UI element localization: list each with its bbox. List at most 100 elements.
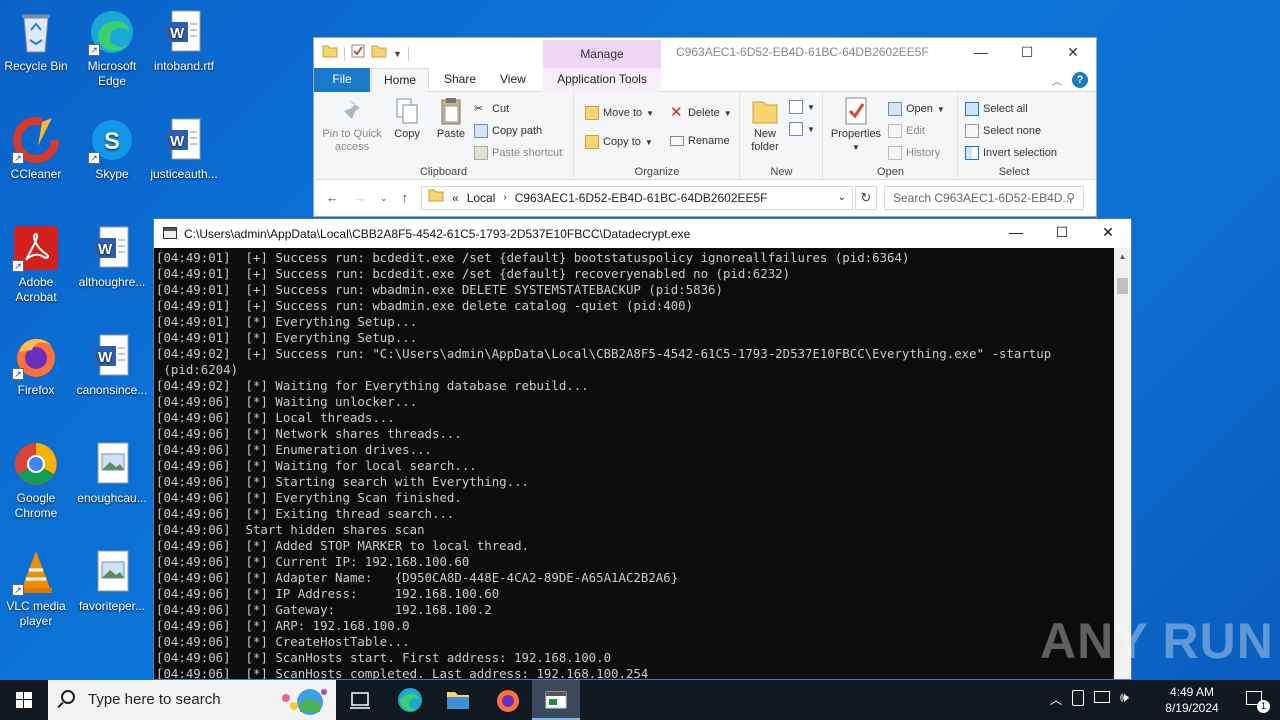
- new-folder-icon: [751, 96, 779, 126]
- console-output[interactable]: [04:49:01] [+] Success run: bcdedit.exe …: [154, 248, 1116, 679]
- desktop-icon-chrome[interactable]: Google Chrome: [0, 440, 72, 521]
- edit-button[interactable]: Edit: [888, 124, 925, 138]
- taskbar-search-box[interactable]: Type here to search: [48, 680, 336, 720]
- history-button[interactable]: History: [888, 146, 940, 160]
- shortcut-arrow-icon: ↗: [12, 152, 24, 164]
- forward-arrow-icon[interactable]: →: [353, 190, 366, 206]
- scrollbar-thumb[interactable]: [1117, 278, 1128, 294]
- explorer-titlebar[interactable]: ▼ Manage C963AEC1-6D52-EB4D-61BC-64DB260…: [314, 38, 1096, 68]
- desktop-icon-justiceauth[interactable]: W justiceauth...: [148, 116, 220, 182]
- search-input[interactable]: Search C963AEC1-6D52-EB4D... ⚲: [884, 186, 1084, 210]
- select-none-button[interactable]: Select none: [965, 124, 1041, 138]
- collapse-ribbon-icon[interactable]: ︿: [1052, 73, 1062, 88]
- desktop-icon-vlc[interactable]: ↗ VLC media player: [0, 548, 72, 629]
- taskbar-edge[interactable]: [386, 680, 434, 720]
- move-to-button[interactable]: Move to ▼: [585, 106, 654, 120]
- select-none-label: Select none: [983, 125, 1042, 137]
- desktop-icon-favoriteper[interactable]: favoriteper...: [76, 548, 148, 614]
- scroll-up-arrow-icon[interactable]: ▲: [1114, 248, 1131, 265]
- pin-label: Pin to Quick access: [322, 128, 382, 153]
- tab-file[interactable]: File: [314, 68, 370, 92]
- customize-qat-icon[interactable]: ▼: [393, 49, 402, 59]
- chevron-down-icon[interactable]: ⌄: [838, 187, 846, 209]
- delete-x-icon: ✕: [670, 104, 683, 121]
- properties-qat-icon[interactable]: [351, 44, 365, 63]
- new-item-button[interactable]: ▼: [789, 100, 815, 114]
- new-folder-button[interactable]: New folder: [743, 96, 787, 154]
- copy-to-button[interactable]: Copy to ▼: [585, 135, 653, 149]
- clipboard-group-label: Clipboard: [419, 166, 468, 178]
- tab-home[interactable]: Home: [371, 68, 430, 93]
- open-button[interactable]: Open ▼: [888, 102, 945, 116]
- quick-access-toolbar: ▼: [322, 44, 409, 63]
- task-view-button[interactable]: [336, 680, 384, 720]
- rename-icon: [670, 136, 684, 146]
- minimize-button[interactable]: —: [993, 219, 1039, 248]
- recent-locations-icon[interactable]: ⌄: [380, 190, 388, 206]
- select-all-button[interactable]: Select all: [965, 102, 1028, 116]
- invert-selection-button[interactable]: Invert selection: [965, 146, 1057, 160]
- organize-group-label: Organize: [634, 166, 680, 178]
- breadcrumb-overflow[interactable]: «: [452, 187, 459, 209]
- clipboard-group: Pin to Quick access Copy Paste ✂ Cut Copy…: [314, 92, 574, 180]
- close-button[interactable]: ✕: [1085, 219, 1131, 248]
- close-button[interactable]: ✕: [1050, 38, 1096, 68]
- select-group-label: Select: [998, 166, 1030, 178]
- invert-selection-icon: [965, 146, 979, 160]
- svg-text:W: W: [170, 133, 185, 150]
- tab-manage[interactable]: Manage: [543, 40, 661, 68]
- desktop-icon-adobe-acrobat[interactable]: ↗ Adobe Acrobat: [0, 224, 72, 305]
- console-titlebar[interactable]: C:\Users\admin\AppData\Local\CBB2A8F5-45…: [154, 219, 1131, 248]
- show-hidden-icons-icon[interactable]: ︿: [1050, 691, 1062, 708]
- paste-shortcut-button[interactable]: Paste shortcut: [474, 146, 562, 160]
- clock[interactable]: 4:49 AM 8/19/2024: [1162, 684, 1222, 716]
- breadcrumb-folder[interactable]: C963AEC1-6D52-EB4D-61BC-64DB2602EE5F: [515, 187, 768, 209]
- back-arrow-icon[interactable]: ←: [326, 190, 339, 206]
- copy-button[interactable]: Copy: [386, 96, 428, 141]
- tab-view[interactable]: View: [488, 68, 538, 92]
- taskbar-console[interactable]: [532, 680, 580, 720]
- tab-application-tools[interactable]: Application Tools: [543, 68, 661, 92]
- desktop-icon-edge[interactable]: ↗ Microsoft Edge: [76, 8, 148, 89]
- address-bar[interactable]: « Local › C963AEC1-6D52-EB4D-61BC-64DB26…: [421, 186, 853, 210]
- taskbar-firefox[interactable]: [484, 680, 532, 720]
- console-line: [04:49:06] [*] Waiting for local search.…: [156, 458, 477, 473]
- start-button[interactable]: [0, 680, 48, 720]
- paste-button[interactable]: Paste: [430, 96, 472, 141]
- desktop-icon-ccleaner[interactable]: ↗ CCleaner: [0, 116, 72, 182]
- desktop-icon-firefox[interactable]: ↗ Firefox: [0, 332, 72, 398]
- breadcrumb-local[interactable]: Local: [467, 187, 496, 209]
- dropdown-arrow-icon: ▼: [644, 137, 653, 147]
- tab-share[interactable]: Share: [432, 68, 488, 92]
- maximize-button[interactable]: ☐: [1004, 38, 1050, 68]
- taskbar-file-explorer[interactable]: [434, 680, 482, 720]
- desktop-icon-enoughcau[interactable]: enoughcau...: [76, 440, 148, 506]
- properties-button[interactable]: Properties ▼: [828, 96, 884, 154]
- desktop-icon-label: Recycle Bin: [4, 59, 68, 73]
- minimize-button[interactable]: —: [958, 38, 1004, 68]
- desktop-icon-skype[interactable]: S ↗ Skype: [76, 116, 148, 182]
- maximize-button[interactable]: ☐: [1039, 219, 1085, 248]
- copy-path-button[interactable]: Copy path: [474, 124, 542, 138]
- network-icon[interactable]: [1094, 691, 1110, 703]
- delete-button[interactable]: ✕ Delete ▼: [670, 104, 732, 121]
- cut-button[interactable]: ✂ Cut: [474, 102, 509, 116]
- volume-icon[interactable]: 🕪: [1120, 689, 1129, 706]
- desktop-icon-recycle-bin[interactable]: Recycle Bin: [0, 8, 72, 74]
- refresh-icon[interactable]: ↻: [855, 186, 877, 210]
- new-folder-qat-icon[interactable]: [371, 44, 387, 63]
- device-icon[interactable]: [1072, 690, 1084, 706]
- desktop-icon-label: Microsoft Edge: [87, 59, 137, 88]
- pin-to-quick-access-button[interactable]: Pin to Quick access: [320, 96, 384, 154]
- desktop-icon-intoband[interactable]: W intoband.rtf: [148, 8, 220, 74]
- console-line: [04:49:06] [*] Everything Scan finished.: [156, 490, 462, 505]
- window-title: C963AEC1-6D52-EB4D-61BC-64DB2602EE5F: [676, 45, 929, 59]
- desktop-icon-althoughre[interactable]: W althoughre...: [76, 224, 148, 290]
- easy-access-button[interactable]: ▼: [789, 122, 815, 136]
- desktop-icon-canonsince[interactable]: W canonsince...: [76, 332, 148, 398]
- console-window[interactable]: C:\Users\admin\AppData\Local\CBB2A8F5-45…: [153, 218, 1132, 680]
- up-arrow-icon[interactable]: ↑: [402, 190, 409, 206]
- file-explorer-window[interactable]: ▼ Manage C963AEC1-6D52-EB4D-61BC-64DB260…: [313, 37, 1097, 217]
- help-icon[interactable]: ?: [1072, 72, 1088, 88]
- rename-button[interactable]: Rename: [670, 135, 730, 147]
